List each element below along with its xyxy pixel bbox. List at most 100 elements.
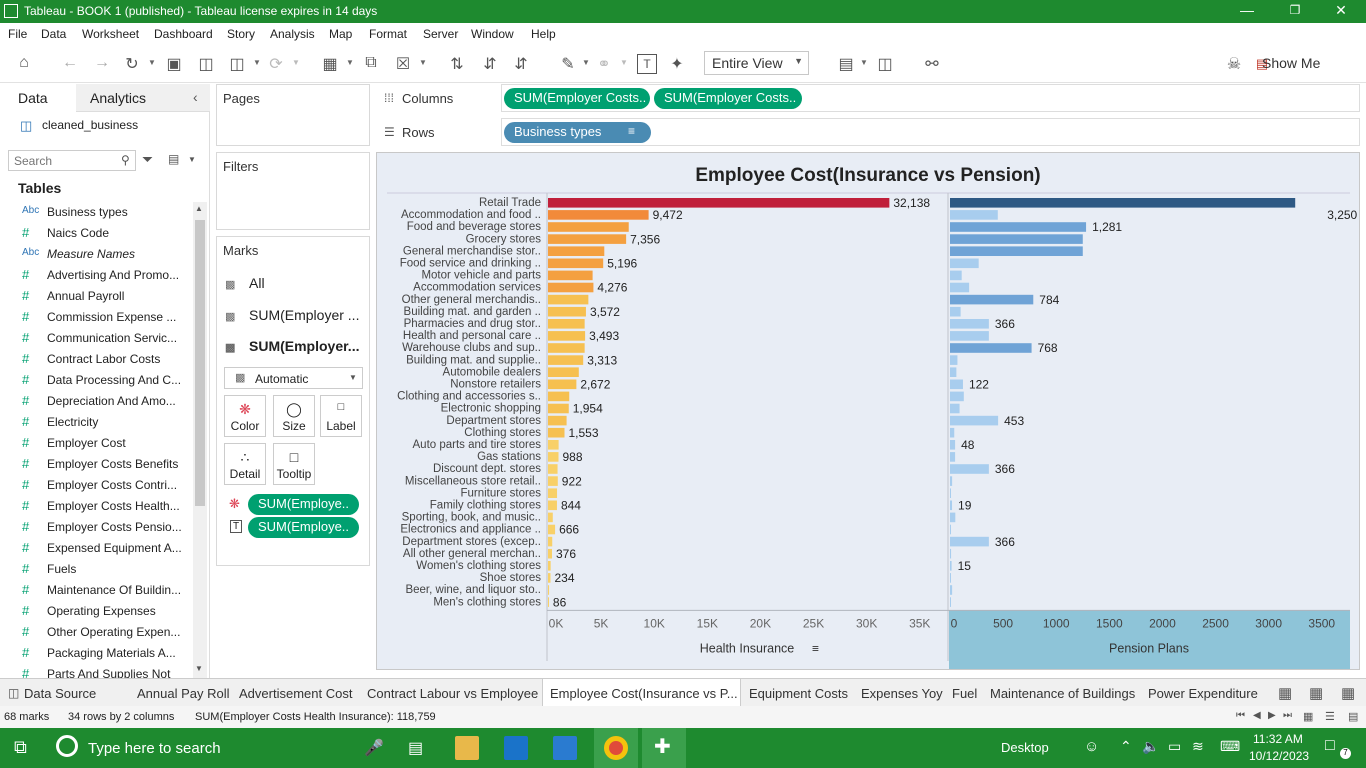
field-item[interactable]: # Employer Costs Contri... bbox=[0, 475, 190, 496]
menu-file[interactable]: File bbox=[8, 27, 27, 41]
chevron-down-icon[interactable]: ▼ bbox=[582, 58, 590, 67]
presentation-icon[interactable]: ◫ bbox=[875, 54, 895, 74]
tab-power-expenditure[interactable]: Power Expenditure bbox=[1148, 679, 1258, 707]
field-item[interactable]: # Employer Cost bbox=[0, 433, 190, 454]
menu-help[interactable]: Help bbox=[531, 27, 556, 41]
tab-data-source[interactable]: Data Source bbox=[24, 679, 96, 707]
redo-icon[interactable]: → bbox=[92, 54, 112, 72]
color-button[interactable]: ❋ Color bbox=[224, 395, 266, 437]
pages-card[interactable]: Pages bbox=[216, 84, 370, 146]
file-explorer-icon[interactable] bbox=[455, 736, 479, 760]
filter-icon[interactable]: ⏷ bbox=[142, 151, 153, 168]
field-item[interactable]: # Electricity bbox=[0, 412, 190, 433]
keyboard-icon[interactable]: ⌨ bbox=[1220, 738, 1240, 755]
chevron-down-icon[interactable]: ▼ bbox=[253, 58, 261, 67]
tableau-taskbar-button[interactable]: ✚ bbox=[642, 728, 686, 768]
tab-annual-pay-roll[interactable]: Annual Pay Roll bbox=[137, 679, 230, 707]
menu-window[interactable]: Window bbox=[471, 27, 514, 41]
wifi-icon[interactable]: ≋ bbox=[1192, 738, 1204, 755]
new-datasource-icon[interactable]: ◫ bbox=[196, 54, 216, 74]
field-item[interactable]: # Data Processing And C... bbox=[0, 370, 190, 391]
tab-expenses-yoy[interactable]: Expenses Yoy bbox=[861, 679, 943, 707]
list-view-icon[interactable]: ☰ bbox=[1325, 710, 1335, 723]
show-cards-icon[interactable]: ▤ bbox=[836, 54, 856, 74]
chrome-taskbar-button[interactable] bbox=[594, 728, 638, 768]
field-item[interactable]: # Employer Costs Pensio... bbox=[0, 517, 190, 538]
close-icon[interactable]: ✕ bbox=[1326, 2, 1356, 19]
marks-sum1-row[interactable]: ▩ SUM(Employer ... bbox=[225, 307, 359, 323]
column-pill-health[interactable]: SUM(Employer Costs.. bbox=[504, 88, 650, 109]
next-sheet-icon[interactable]: ▶ bbox=[1268, 710, 1276, 721]
field-list-scrollbar[interactable]: ▲ ▼ bbox=[193, 202, 207, 678]
size-button[interactable]: ◯ Size bbox=[273, 395, 315, 437]
share-icon[interactable]: ⚯ bbox=[922, 54, 942, 74]
menu-server[interactable]: Server bbox=[423, 27, 458, 41]
task-view-icon[interactable]: ▤ bbox=[408, 738, 423, 758]
field-item[interactable]: # Annual Payroll bbox=[0, 286, 190, 307]
menu-dashboard[interactable]: Dashboard bbox=[154, 27, 213, 41]
clear-sheet-icon[interactable]: ☒ bbox=[393, 54, 413, 74]
highlight-icon[interactable]: ✎ bbox=[558, 54, 578, 74]
minimize-icon[interactable]: — bbox=[1232, 2, 1262, 18]
field-item[interactable]: # Contract Labor Costs bbox=[0, 349, 190, 370]
field-item[interactable]: # Other Operating Expen... bbox=[0, 622, 190, 643]
prev-sheet-icon[interactable]: ◀ bbox=[1253, 710, 1261, 721]
field-item[interactable]: # Maintenance Of Buildin... bbox=[0, 580, 190, 601]
clock-date[interactable]: 10/12/2023 bbox=[1249, 749, 1309, 763]
new-dashboard-icon[interactable]: ▦ bbox=[1309, 684, 1323, 702]
tab-maintenance[interactable]: Maintenance of Buildings bbox=[990, 679, 1135, 707]
field-item[interactable]: # Naics Code bbox=[0, 223, 190, 244]
replay-icon[interactable]: ↻ bbox=[122, 54, 142, 74]
microphone-icon[interactable]: 🎤 bbox=[364, 738, 384, 758]
field-item[interactable]: # Advertising And Promo... bbox=[0, 265, 190, 286]
last-sheet-icon[interactable]: ⏭ bbox=[1283, 710, 1292, 721]
notification-icon[interactable]: □ bbox=[1325, 737, 1335, 755]
new-worksheet-icon[interactable]: ▦ bbox=[1278, 684, 1292, 702]
tooltip-button[interactable]: □ Tooltip bbox=[273, 443, 315, 485]
field-item[interactable]: # Employer Costs Health... bbox=[0, 496, 190, 517]
people-icon[interactable]: ☺ bbox=[1084, 738, 1099, 755]
view-options-icon[interactable]: ▤ bbox=[168, 152, 179, 166]
field-item[interactable]: # Communication Servic... bbox=[0, 328, 190, 349]
chevron-down-icon[interactable]: ▼ bbox=[346, 58, 354, 67]
search-input[interactable] bbox=[9, 151, 109, 170]
field-item[interactable]: # Packaging Materials A... bbox=[0, 643, 190, 664]
save-icon[interactable]: ▣ bbox=[164, 54, 184, 74]
filmstrip-view-icon[interactable]: ▤ bbox=[1348, 710, 1358, 723]
refresh-icon[interactable]: ⟳ bbox=[266, 54, 286, 74]
show-me-button[interactable]: Show Me bbox=[1262, 55, 1320, 71]
marks-all-row[interactable]: ▩ All bbox=[225, 275, 265, 291]
chevron-down-icon[interactable]: ▼ bbox=[292, 58, 300, 67]
chevron-down-icon[interactable]: ▼ bbox=[188, 155, 196, 164]
tab-advertisement-cost[interactable]: Advertisement Cost bbox=[239, 679, 352, 707]
menu-map[interactable]: Map bbox=[329, 27, 352, 41]
color-field-pill[interactable]: SUM(Employe.. bbox=[248, 494, 359, 515]
field-item[interactable]: # Expensed Equipment A... bbox=[0, 538, 190, 559]
first-sheet-icon[interactable]: ⏮ bbox=[1236, 710, 1245, 721]
clock-time[interactable]: 11:32 AM bbox=[1253, 732, 1303, 746]
show-labels-icon[interactable]: T bbox=[637, 54, 657, 74]
chevron-up-icon[interactable]: ⌃ bbox=[1120, 738, 1132, 755]
scroll-down-icon[interactable]: ▼ bbox=[195, 664, 203, 673]
field-item[interactable]: # Depreciation And Amo... bbox=[0, 391, 190, 412]
restore-icon[interactable]: ❐ bbox=[1280, 3, 1310, 17]
pin-icon[interactable]: ✦ bbox=[667, 54, 687, 74]
datasource-name[interactable]: cleaned_business bbox=[42, 118, 138, 132]
view-mode-dropdown[interactable]: Entire View ▼ bbox=[704, 51, 809, 75]
sort-descending-icon[interactable]: ⇵ bbox=[511, 54, 531, 74]
tab-employee-cost[interactable]: Employee Cost(Insurance vs P... bbox=[542, 679, 741, 707]
chevron-down-icon[interactable]: ▼ bbox=[620, 58, 628, 67]
field-item[interactable]: Abc Business types bbox=[0, 202, 190, 223]
duplicate-sheet-icon[interactable]: ⧉ bbox=[361, 54, 381, 72]
marks-sum2-row[interactable]: ▩ SUM(Employer... bbox=[225, 338, 359, 354]
swap-icon[interactable]: ⇅ bbox=[447, 54, 467, 74]
speaker-icon[interactable]: 🔈 bbox=[1142, 738, 1159, 755]
menu-data[interactable]: Data bbox=[41, 27, 66, 41]
collapse-icon[interactable]: ‹ bbox=[193, 89, 198, 105]
group-icon[interactable]: ⚭ bbox=[594, 54, 614, 74]
field-item[interactable]: # Commission Expense ... bbox=[0, 307, 190, 328]
scroll-thumb[interactable] bbox=[195, 220, 205, 506]
tab-data[interactable]: Data bbox=[18, 90, 48, 106]
field-item[interactable]: # Operating Expenses bbox=[0, 601, 190, 622]
label-button[interactable]: □ Label bbox=[320, 395, 362, 437]
